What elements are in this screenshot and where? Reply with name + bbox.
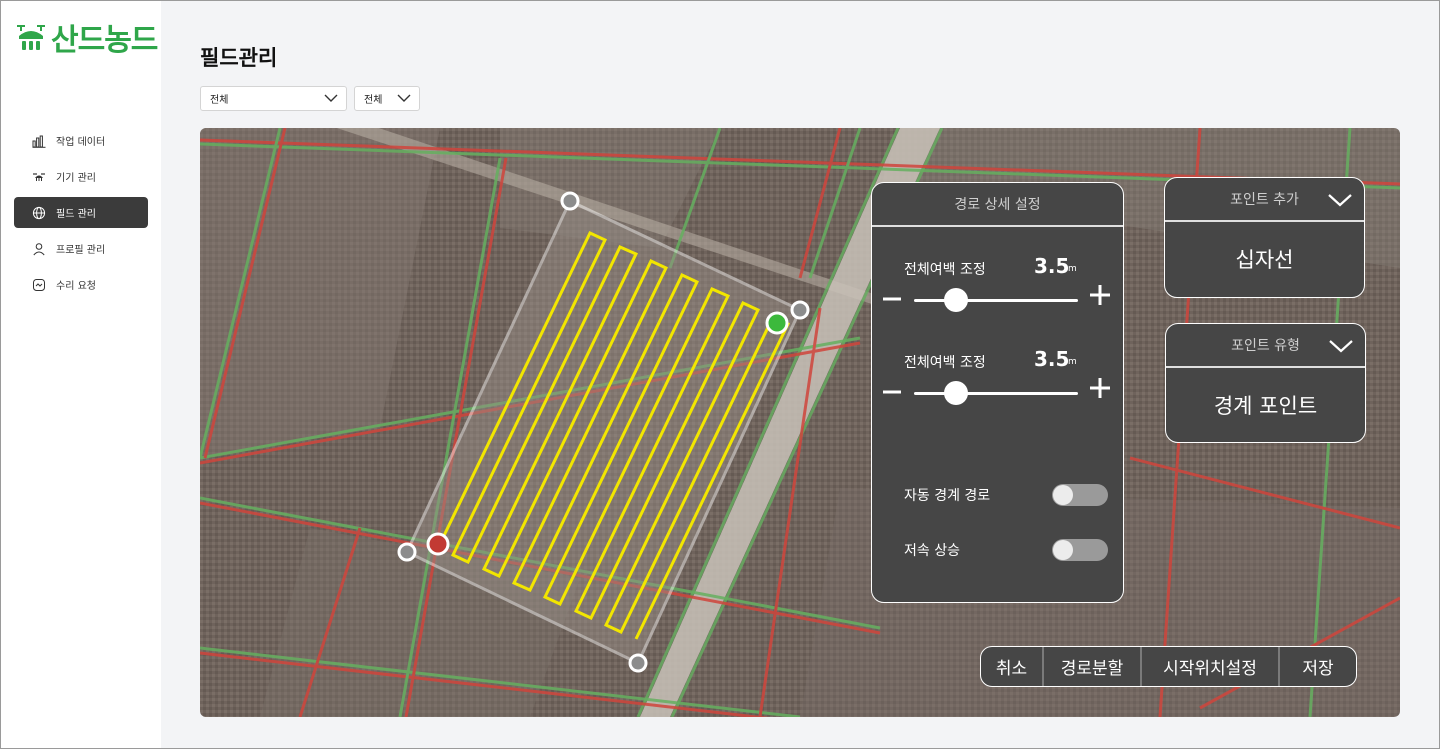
toggle-knob (1053, 540, 1073, 560)
sidebar-item-repair[interactable]: 수리 요청 (14, 269, 148, 300)
point-add-label: 포인트 추가 (1230, 192, 1299, 208)
page-title: 필드관리 (200, 46, 278, 70)
sidebar-item-profile[interactable]: 프로필 관리 (14, 233, 148, 264)
toggle-knob (1053, 485, 1073, 505)
plus-icon[interactable] (1088, 376, 1112, 400)
slider-value: 3.5 (1034, 254, 1070, 278)
filter-select-2[interactable]: 전체 (354, 86, 420, 111)
drone-logo-icon (17, 25, 45, 50)
bar-chart-icon (32, 134, 46, 148)
point-type-label: 포인트 유형 (1231, 338, 1300, 354)
point-add-dropdown[interactable]: 포인트 추가 십자선 (1164, 177, 1365, 298)
chevron-down-icon (324, 94, 338, 102)
globe-icon (32, 206, 46, 220)
minus-icon[interactable] (882, 289, 902, 309)
sidebar-item-label: 필드 관리 (56, 209, 96, 220)
point-type-dropdown[interactable]: 포인트 유형 경계 포인트 (1165, 323, 1366, 443)
slider-value: 3.5 (1034, 347, 1070, 371)
set-start-position-button[interactable]: 시작위치설정 (1142, 647, 1280, 686)
auto-boundary-toggle[interactable] (1052, 484, 1108, 506)
boundary-handle[interactable] (560, 191, 580, 211)
start-point-marker[interactable] (765, 311, 789, 335)
minus-icon[interactable] (882, 382, 902, 402)
slow-ascent-row: 저속 상승 (904, 540, 960, 560)
sidebar-item-label: 작업 데이터 (56, 137, 106, 148)
save-button[interactable]: 저장 (1280, 647, 1356, 686)
slider-label: 전체여백 조정 (904, 355, 986, 371)
logo-text: 산드농드 (51, 23, 158, 58)
sidebar-item-label: 프로필 관리 (56, 245, 106, 256)
slider-track[interactable] (914, 392, 1078, 395)
boundary-handle[interactable] (397, 542, 417, 562)
slider-unit: m (1068, 264, 1077, 274)
route-settings-panel: 경로 상세 설정 전체여백 조정 3.5 m 전체여백 조정 3.5 m 자동 … (871, 182, 1124, 603)
point-type-header[interactable]: 포인트 유형 (1166, 324, 1365, 368)
slider-track[interactable] (914, 299, 1078, 302)
slider-unit: m (1068, 357, 1077, 367)
chevron-down-icon (397, 94, 411, 102)
chevron-down-icon (1328, 194, 1352, 207)
filter-select-1-value: 전체 (210, 95, 229, 106)
point-add-value: 십자선 (1235, 248, 1294, 272)
plus-icon[interactable] (1088, 283, 1112, 307)
auto-boundary-row: 자동 경계 경로 (904, 485, 990, 505)
action-bar: 취소 경로분할 시작위치설정 저장 (980, 646, 1357, 687)
sidebar-nav: 작업 데이터 기기 관리 필드 관리 프로필 관리 수리 요청 (14, 125, 148, 305)
user-icon (32, 242, 46, 256)
logo[interactable]: 산드농드 (15, 15, 158, 59)
sidebar: 산드농드 작업 데이터 기기 관리 필드 관리 프로필 관리 수리 요청 (1, 1, 161, 748)
sidebar-item-label: 기기 관리 (56, 173, 96, 184)
route-settings-title: 경로 상세 설정 (872, 183, 1123, 227)
chevron-down-icon (1329, 340, 1353, 353)
filter-select-1[interactable]: 전체 (200, 86, 347, 111)
repair-icon (32, 278, 46, 292)
toggle-label: 저속 상승 (904, 543, 960, 559)
boundary-handle[interactable] (790, 300, 810, 320)
filter-select-2-value: 전체 (364, 95, 383, 106)
slider-knob[interactable] (944, 381, 968, 405)
split-route-button[interactable]: 경로분할 (1044, 647, 1142, 686)
sidebar-item-field[interactable]: 필드 관리 (14, 197, 148, 228)
cancel-button[interactable]: 취소 (981, 647, 1044, 686)
slider-label: 전체여백 조정 (904, 262, 986, 278)
sidebar-item-label: 수리 요청 (56, 281, 96, 292)
sidebar-item-device[interactable]: 기기 관리 (14, 161, 148, 192)
point-type-value: 경계 포인트 (1213, 394, 1318, 418)
sidebar-item-work-data[interactable]: 작업 데이터 (14, 125, 148, 156)
slow-ascent-toggle[interactable] (1052, 539, 1108, 561)
end-point-marker[interactable] (426, 532, 450, 556)
boundary-handle[interactable] (628, 653, 648, 673)
drone-icon (32, 170, 46, 184)
point-add-header[interactable]: 포인트 추가 (1165, 178, 1364, 222)
slider-knob[interactable] (944, 288, 968, 312)
toggle-label: 자동 경계 경로 (904, 488, 991, 504)
